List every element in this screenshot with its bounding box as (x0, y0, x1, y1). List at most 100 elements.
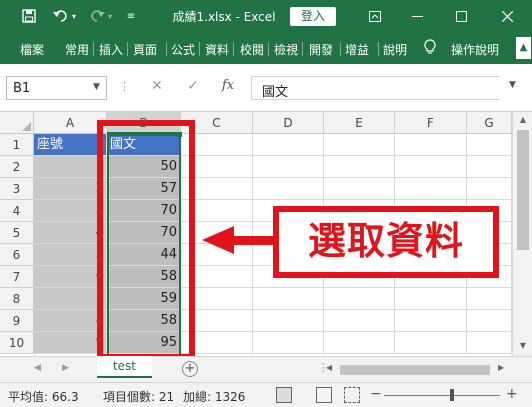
cell-a10[interactable]: 9 (34, 332, 107, 354)
scroll-thumb[interactable] (517, 130, 529, 250)
cell-d10[interactable] (253, 332, 324, 354)
row-header[interactable]: 1 (0, 134, 34, 156)
cell-e3[interactable] (324, 178, 395, 200)
cell-c4[interactable] (181, 200, 253, 222)
cell-a4[interactable]: 3 (34, 200, 107, 222)
cell-e1[interactable] (324, 134, 395, 156)
cell-a8[interactable]: 7 (34, 288, 107, 310)
add-sheet-button[interactable]: + (182, 361, 198, 377)
vertical-scrollbar[interactable]: ▲ ▼ (512, 112, 532, 356)
cell-a2[interactable]: 1 (34, 156, 107, 178)
column-header-b[interactable]: B (107, 112, 181, 134)
formula-input[interactable]: 國文 (251, 76, 500, 100)
minimize-icon[interactable] (394, 0, 440, 33)
column-header-f[interactable]: F (395, 112, 467, 134)
scroll-right-icon[interactable]: ▶ (498, 363, 504, 372)
tab-view[interactable]: 檢視 (274, 41, 298, 58)
undo-dropdown-icon[interactable]: ▾ (68, 6, 80, 26)
lightbulb-icon[interactable] (424, 39, 436, 58)
column-header-d[interactable]: D (253, 112, 324, 134)
cell-d1[interactable] (253, 134, 324, 156)
cell-a6[interactable]: 5 (34, 244, 107, 266)
tab-file[interactable]: 檔案 (20, 41, 44, 58)
zoom-out-button[interactable]: − (370, 386, 382, 402)
page-break-view-icon[interactable] (344, 387, 360, 403)
cell-b4[interactable]: 70 (107, 200, 181, 222)
row-header[interactable]: 9 (0, 310, 34, 332)
sheet-tab-test[interactable]: test (97, 356, 152, 378)
tab-formulas[interactable]: 公式 (171, 41, 195, 58)
name-box[interactable]: B1 ▼ (6, 76, 107, 100)
cell-e8[interactable] (324, 288, 395, 310)
tab-help[interactable]: 說明 (383, 41, 407, 58)
cell-f9[interactable] (395, 310, 467, 332)
cell-g1[interactable] (467, 134, 512, 156)
cell-b5[interactable]: 70 (107, 222, 181, 244)
scroll-left-icon[interactable]: ◀ (326, 363, 332, 372)
tab-addins[interactable]: 增益 (345, 41, 369, 58)
horizontal-scrollbar[interactable]: ◀ ▶ (320, 363, 510, 375)
expand-formula-bar-icon[interactable]: ▼ (509, 80, 516, 90)
cell-d3[interactable] (253, 178, 324, 200)
cell-d8[interactable] (253, 288, 324, 310)
tab-review[interactable]: 校閱 (240, 41, 264, 58)
chevron-down-icon[interactable]: ▼ (93, 82, 100, 92)
cell-b3[interactable]: 57 (107, 178, 181, 200)
tab-insert[interactable]: 插入 (99, 41, 123, 58)
tab-home[interactable]: 常用 (65, 41, 89, 58)
close-icon[interactable] (484, 0, 530, 33)
tell-me-search[interactable]: 操作說明 (451, 41, 499, 58)
cell-b9[interactable]: 58 (107, 310, 181, 332)
scroll-down-icon[interactable]: ▼ (517, 341, 529, 353)
cell-a7[interactable]: 6 (34, 266, 107, 288)
cell-g9[interactable] (467, 310, 512, 332)
cell-g8[interactable] (467, 288, 512, 310)
fill-handle[interactable] (177, 132, 182, 137)
zoom-in-button[interactable]: + (506, 386, 518, 402)
enter-entry-button[interactable]: ✓ (180, 78, 206, 98)
cell-a3[interactable]: 2 (34, 178, 107, 200)
cell-e2[interactable] (324, 156, 395, 178)
cell-b2[interactable]: 50 (107, 156, 181, 178)
row-header[interactable]: 7 (0, 266, 34, 288)
column-header-e[interactable]: E (324, 112, 395, 134)
zoom-slider[interactable] (384, 395, 500, 396)
cell-a1[interactable]: 座號 (34, 134, 107, 156)
insert-function-button[interactable]: fx (215, 78, 241, 98)
cell-b8[interactable]: 59 (107, 288, 181, 310)
cell-c9[interactable] (181, 310, 253, 332)
save-icon[interactable] (18, 6, 40, 26)
cell-c2[interactable] (181, 156, 253, 178)
cell-b6[interactable]: 44 (107, 244, 181, 266)
row-header[interactable]: 4 (0, 200, 34, 222)
select-all-corner[interactable] (0, 112, 34, 134)
cell-e10[interactable] (324, 332, 395, 354)
row-header[interactable]: 10 (0, 332, 34, 354)
row-header[interactable]: 5 (0, 222, 34, 244)
maximize-icon[interactable] (438, 0, 484, 33)
login-button[interactable]: 登入 (290, 7, 336, 26)
cell-d2[interactable] (253, 156, 324, 178)
cell-g2[interactable] (467, 156, 512, 178)
column-header-c[interactable]: C (181, 112, 253, 134)
ribbon-scroll-button[interactable]: ▲ (516, 37, 531, 59)
next-sheet-icon[interactable]: ▶ (62, 363, 69, 373)
cell-c10[interactable] (181, 332, 253, 354)
cell-c1[interactable] (181, 134, 253, 156)
horizontal-scroll-thumb[interactable] (340, 365, 490, 375)
cell-f2[interactable] (395, 156, 467, 178)
row-header[interactable]: 3 (0, 178, 34, 200)
normal-view-icon[interactable] (276, 387, 292, 403)
row-header[interactable]: 2 (0, 156, 34, 178)
tab-data[interactable]: 資料 (205, 41, 229, 58)
cell-c7[interactable] (181, 266, 253, 288)
customize-qat-icon[interactable]: ≡ (120, 6, 142, 26)
cell-f10[interactable] (395, 332, 467, 354)
cell-g3[interactable] (467, 178, 512, 200)
tab-developer[interactable]: 開發 (309, 41, 333, 58)
cell-c3[interactable] (181, 178, 253, 200)
row-header[interactable]: 8 (0, 288, 34, 310)
ribbon-display-icon[interactable] (352, 0, 398, 33)
cell-e9[interactable] (324, 310, 395, 332)
row-header[interactable]: 6 (0, 244, 34, 266)
